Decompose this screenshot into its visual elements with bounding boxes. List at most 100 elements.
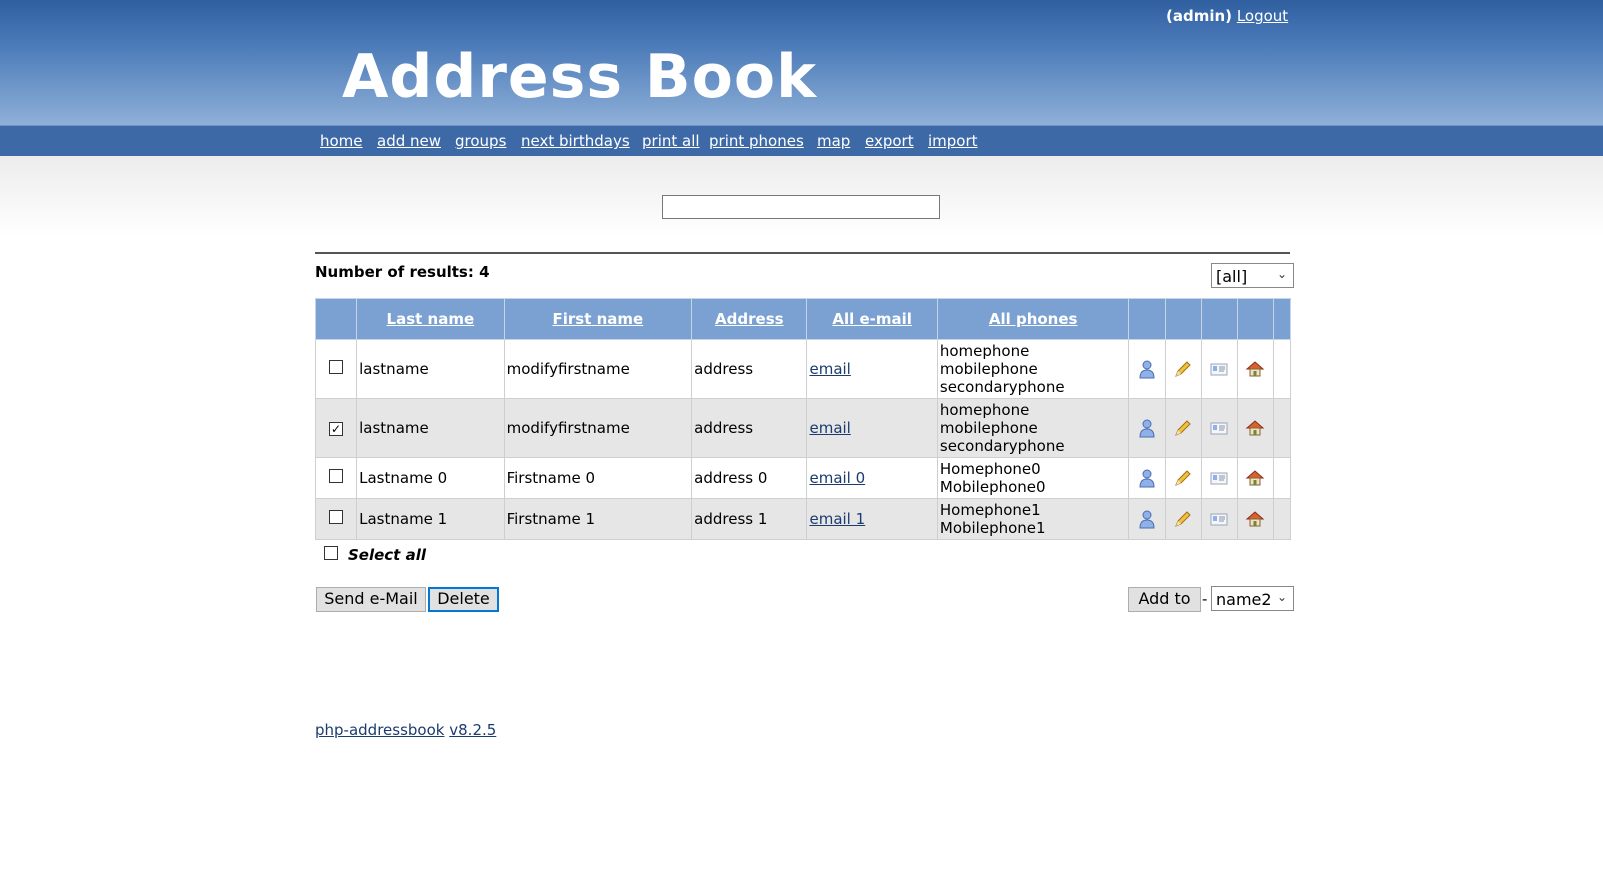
person-action[interactable] [1128,498,1166,540]
nav-export[interactable]: export [865,132,914,150]
vcard-action[interactable] [1200,339,1238,399]
header-icon-col [1272,298,1292,340]
group-filter-select[interactable]: [all] ⌄ [1211,263,1294,288]
add-to-group-select[interactable]: name2 ⌄ [1211,586,1294,611]
row-checkbox[interactable]: ✓ [329,422,344,436]
vcard-action[interactable] [1200,457,1238,499]
cell-last-name: Lastname 1 [356,498,505,540]
pencil-icon[interactable] [1173,510,1193,528]
pencil-action[interactable] [1164,498,1202,540]
nav-next-birthdays[interactable]: next birthdays [521,132,630,150]
cell-address: address [691,398,808,458]
add-to-separator: - [1202,590,1208,608]
add-to-button[interactable]: Add to [1128,587,1201,612]
vcard-icon[interactable] [1209,419,1229,437]
house-action[interactable] [1236,398,1274,458]
results-count: Number of results: 4 [315,263,490,281]
phone-number: mobilephone [939,419,1038,437]
email-link[interactable]: email 0 [809,469,865,487]
phone-number: homephone [939,401,1030,419]
pencil-action[interactable] [1164,398,1202,458]
cell-first-name: Firstname 1 [503,498,693,540]
house-action[interactable] [1236,457,1274,499]
cell-email: email 1 [806,498,938,540]
person-action[interactable] [1128,457,1166,499]
cell-last-name: lastname [356,339,505,399]
email-link[interactable]: email [809,360,850,378]
row-select-cell[interactable]: ✓ [314,398,358,458]
email-link[interactable]: email 1 [809,510,865,528]
row-select-cell[interactable] [314,339,358,399]
phone-number: homephone [939,342,1030,360]
pencil-icon[interactable] [1173,469,1193,487]
person-icon[interactable] [1137,419,1157,438]
header-icon-col [1236,298,1274,340]
phone-number: Mobilephone0 [939,478,1046,496]
vcard-icon[interactable] [1209,360,1229,378]
pencil-icon[interactable] [1173,360,1193,378]
pencil-icon[interactable] [1173,419,1193,437]
cell-address: address 0 [691,457,808,499]
vcard-icon[interactable] [1209,510,1229,528]
spacer-cell [1272,339,1292,399]
table-row: Lastname 0 Firstname 0 address 0 email 0 Hom… [314,457,1292,499]
cell-email: email [806,398,938,458]
header-icon-col [1200,298,1238,340]
user-box: (admin) Logout [1166,7,1288,25]
delete-button[interactable]: Delete [428,587,499,612]
send-email-button[interactable]: Send e-Mail [316,587,426,612]
search-input[interactable] [662,195,940,219]
header-address[interactable]: Address [691,298,808,340]
house-icon[interactable] [1245,419,1265,437]
header-last-name[interactable]: Last name [356,298,505,340]
nav-groups[interactable]: groups [455,132,506,150]
app-link[interactable]: php-addressbook [315,721,444,739]
cell-first-name: Firstname 0 [503,457,693,499]
person-action[interactable] [1128,339,1166,399]
person-icon[interactable] [1137,510,1157,529]
phone-number: secondaryphone [939,437,1065,455]
house-icon[interactable] [1245,360,1265,378]
select-all-checkbox[interactable] [324,546,338,560]
nav-add-new[interactable]: add new [377,132,441,150]
row-select-cell[interactable] [314,457,358,499]
row-checkbox[interactable] [329,469,344,483]
vcard-icon[interactable] [1209,469,1229,487]
house-icon[interactable] [1245,469,1265,487]
header-first-name[interactable]: First name [503,298,693,340]
nav-home[interactable]: home [320,132,363,150]
group-filter-value: [all] [1216,267,1248,286]
vcard-action[interactable] [1200,498,1238,540]
cell-first-name: modifyfirstname [503,398,693,458]
header-all-phones[interactable]: All phones [936,298,1130,340]
nav-map[interactable]: map [817,132,850,150]
version-link[interactable]: v8.2.5 [449,721,496,739]
cell-first-name: modifyfirstname [503,339,693,399]
house-icon[interactable] [1245,510,1265,528]
footer: php-addressbook v8.2.5 [315,721,496,739]
cell-last-name: lastname [356,398,505,458]
person-action[interactable] [1128,398,1166,458]
header-all-email[interactable]: All e-mail [806,298,938,340]
person-icon[interactable] [1137,469,1157,488]
house-action[interactable] [1236,498,1274,540]
pencil-action[interactable] [1164,457,1202,499]
table-row: ✓ lastname modifyfirstname address email home… [314,398,1292,458]
person-icon[interactable] [1137,360,1157,379]
email-link[interactable]: email [809,419,850,437]
phone-number: Mobilephone1 [939,519,1046,537]
nav-print-phones[interactable]: print phones [709,132,804,150]
house-action[interactable] [1236,339,1274,399]
app-logo: Address Book [342,42,818,112]
nav-print-all[interactable]: print all [642,132,700,150]
phone-number: Homephone1 [939,501,1041,519]
logout-link[interactable]: Logout [1237,7,1288,25]
nav-import[interactable]: import [928,132,978,150]
row-checkbox[interactable] [329,510,344,524]
row-select-cell[interactable] [314,498,358,540]
cell-phones: homephone mobilephone secondaryphone [936,339,1130,399]
pencil-action[interactable] [1164,339,1202,399]
chevron-down-icon: ⌄ [1276,267,1287,281]
vcard-action[interactable] [1200,398,1238,458]
row-checkbox[interactable] [329,360,344,374]
